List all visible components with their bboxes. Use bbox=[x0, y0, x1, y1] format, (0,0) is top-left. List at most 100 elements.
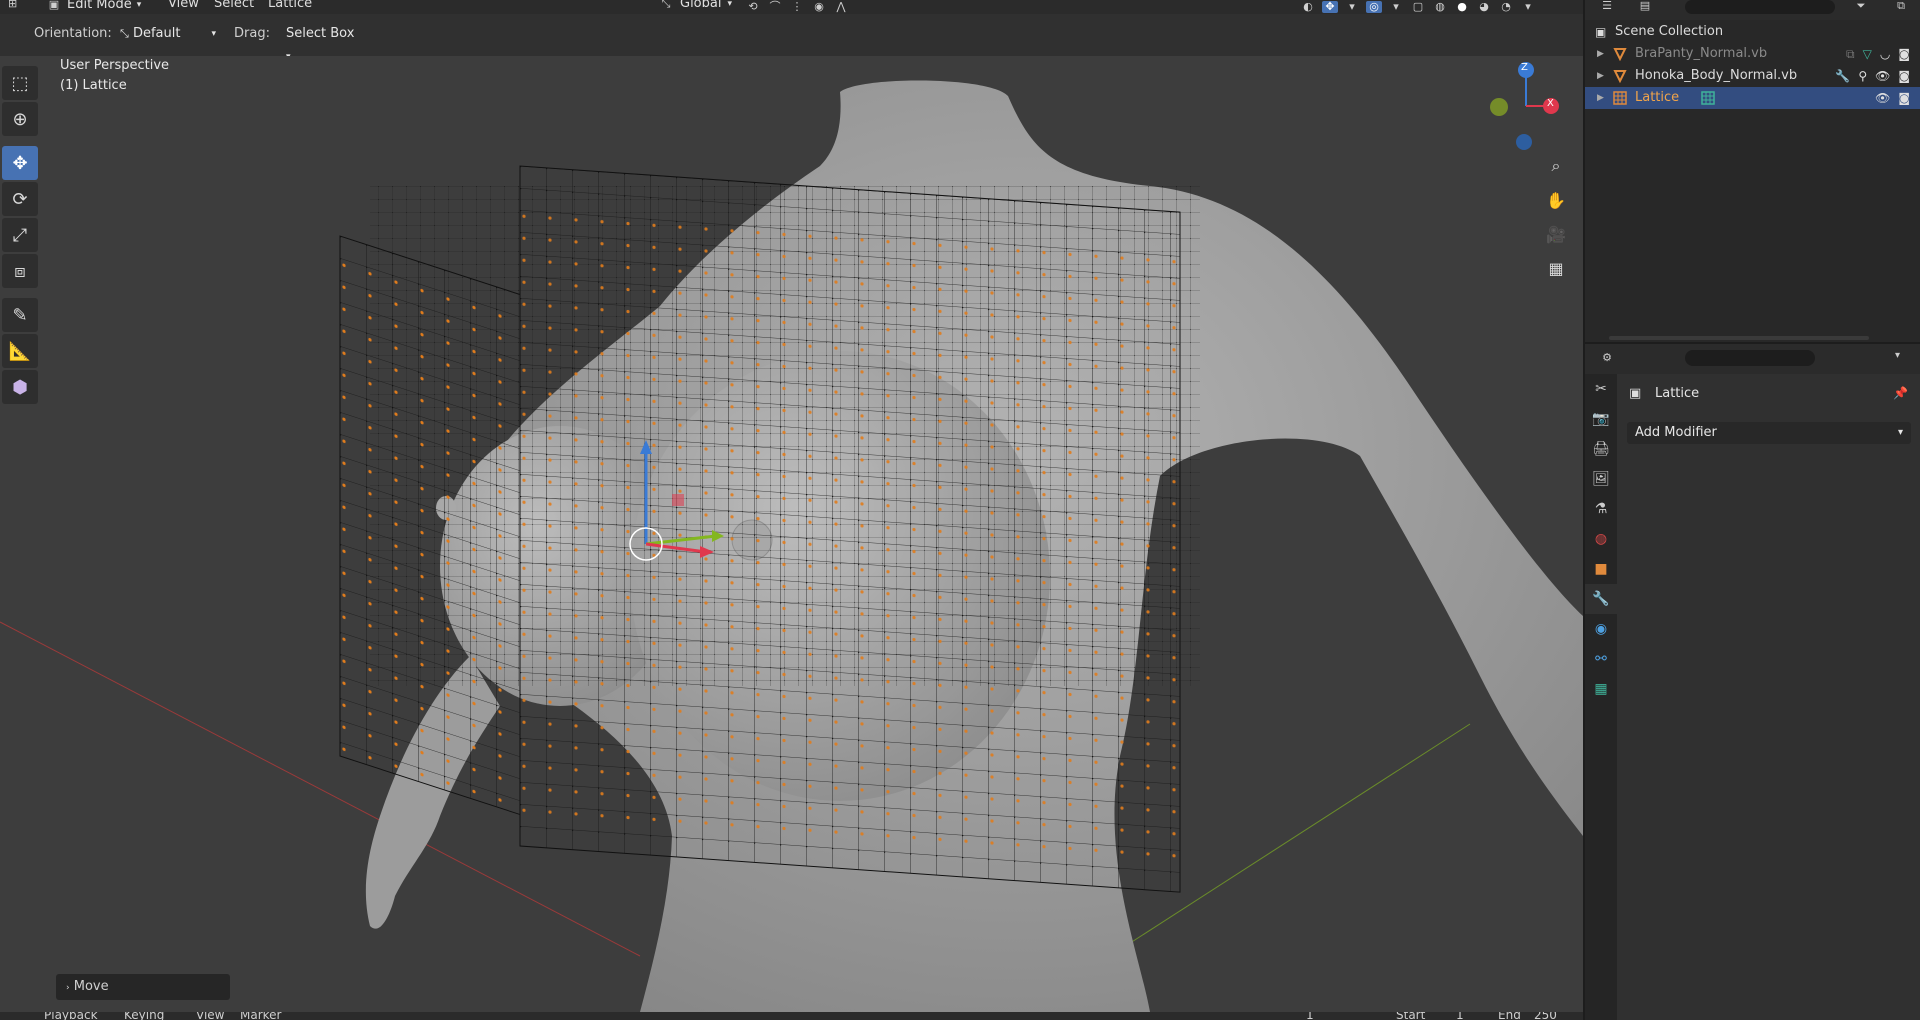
overlay-toggle-icon[interactable]: ◎ bbox=[1366, 1, 1382, 13]
lattice-data-tab-icon[interactable]: ▦ bbox=[1585, 674, 1617, 704]
chevron-down-icon[interactable]: ▾ bbox=[1895, 350, 1900, 361]
timeline-view-menu[interactable]: View bbox=[196, 1012, 224, 1020]
eye-closed-icon[interactable]: ◡ bbox=[1880, 43, 1890, 65]
outliner-search-input[interactable] bbox=[1685, 0, 1835, 14]
mode-dropdown[interactable]: ▣ Edit Mode ▾ bbox=[38, 0, 149, 12]
last-operator-panel[interactable]: › Move bbox=[56, 974, 230, 1000]
properties-search-input[interactable] bbox=[1685, 350, 1815, 366]
pivot-icon[interactable]: ⟲ bbox=[745, 1, 761, 13]
eye-icon[interactable]: 👁 bbox=[1875, 87, 1890, 109]
menu-select[interactable]: Select bbox=[206, 0, 262, 12]
pan-hand-icon[interactable]: ✋ bbox=[1542, 186, 1570, 214]
material-shading-icon[interactable]: ◕ bbox=[1476, 1, 1492, 13]
properties-tabs: ✂ 📷 🖨 🖼 ⚗ ◍ ■ 🔧 ◉ ⚯ ▦ bbox=[1585, 374, 1617, 1020]
viewport-shading-controls: ◐ ✥ ▾ ◎ ▾ ▢ ◍ ● ◕ ◔ ▾ bbox=[1300, 0, 1536, 14]
rendered-shading-icon[interactable]: ◔ bbox=[1498, 1, 1514, 13]
outliner-scrollbar[interactable] bbox=[1609, 336, 1869, 340]
outliner-item-selected[interactable]: ▶ Lattice 👁 ◙ bbox=[1585, 87, 1920, 109]
new-collection-icon[interactable]: ⧉ bbox=[1893, 0, 1909, 12]
transform-orientation-dropdown[interactable]: ⤡ Global ▾ bbox=[650, 0, 740, 12]
scene-tab-icon[interactable]: ⚗ bbox=[1585, 494, 1617, 524]
3d-viewport[interactable]: Z X User Perspective (1) Lattice ⌕ ✋ 🎥 ▦ bbox=[0, 56, 1583, 1012]
render-tab-icon[interactable]: 📷 bbox=[1585, 404, 1617, 434]
constraints-tab-icon[interactable]: ⚯ bbox=[1585, 644, 1617, 674]
wireframe-shading-icon[interactable]: ◍ bbox=[1432, 1, 1448, 13]
mesh-object-icon bbox=[1613, 70, 1627, 83]
outliner-editor-icon[interactable]: ☰ bbox=[1599, 0, 1615, 12]
display-mode-icon[interactable]: ▤ bbox=[1637, 0, 1653, 12]
visibility-icon[interactable]: ◐ bbox=[1300, 1, 1316, 13]
proportional-edit-icon[interactable]: ◉ bbox=[811, 1, 827, 13]
modifier-tab-icon[interactable]: 🔧 bbox=[1585, 584, 1617, 614]
wrench-icon: 🔧 bbox=[1835, 69, 1851, 83]
physics-tab-icon[interactable]: ◉ bbox=[1585, 614, 1617, 644]
move-tool-icon[interactable]: ✥ bbox=[2, 146, 38, 180]
chevron-down-icon: ▾ bbox=[1897, 427, 1903, 438]
end-frame-value[interactable]: 250 bbox=[1534, 1012, 1557, 1020]
measure-tool-icon[interactable]: 📐 bbox=[2, 334, 38, 368]
orientation-icon: ⤡ bbox=[661, 0, 671, 10]
xray-toggle-icon[interactable]: ▢ bbox=[1410, 1, 1426, 13]
chevron-down-icon[interactable]: ▾ bbox=[1344, 1, 1360, 13]
eye-icon[interactable]: 👁 bbox=[1875, 65, 1890, 87]
zoom-icon[interactable]: ⌕ bbox=[1542, 152, 1570, 180]
chevron-down-icon[interactable]: ▾ bbox=[1520, 1, 1536, 13]
lattice-cage[interactable] bbox=[519, 165, 1181, 893]
expand-arrow-icon[interactable]: ▶ bbox=[1597, 43, 1604, 65]
lattice-data-icon bbox=[1701, 91, 1715, 105]
object-tab-icon[interactable]: ■ bbox=[1585, 554, 1617, 584]
timeline-keying-menu[interactable]: Keying bbox=[124, 1012, 164, 1020]
expand-arrow-icon[interactable]: ▶ bbox=[1597, 87, 1604, 109]
menu-view[interactable]: View bbox=[160, 0, 207, 12]
scene-collection-label: Scene Collection bbox=[1615, 24, 1724, 39]
grid-view-icon[interactable]: ▦ bbox=[1542, 254, 1570, 282]
annotate-tool-icon[interactable]: ✎ bbox=[2, 298, 38, 332]
orientation-dropdown[interactable]: ⤡ Default ▾ bbox=[112, 23, 222, 45]
camera-render-icon[interactable]: ◙ bbox=[1898, 43, 1910, 65]
orientation-gizmo-icon: ⤡ bbox=[120, 27, 129, 40]
snap-icon[interactable]: ⌒ bbox=[767, 1, 783, 13]
camera-icon[interactable]: 🎥 bbox=[1542, 220, 1570, 248]
add-cube-tool-icon[interactable]: ⬢ bbox=[2, 370, 38, 404]
cursor-tool-icon[interactable]: ⊕ bbox=[2, 102, 38, 136]
viewport-scene[interactable] bbox=[0, 56, 1583, 1012]
world-tab-icon[interactable]: ◍ bbox=[1585, 524, 1617, 554]
chevron-down-icon[interactable]: ▾ bbox=[1388, 1, 1404, 13]
transform-tool-icon[interactable]: ⧈ bbox=[2, 254, 38, 288]
timeline-playback-menu[interactable]: Playback bbox=[44, 1012, 98, 1020]
mesh-data-icon: ▽ bbox=[1862, 47, 1872, 61]
menu-lattice[interactable]: Lattice bbox=[260, 0, 320, 12]
falloff-icon[interactable]: ⋀ bbox=[833, 1, 849, 13]
drag-dropdown[interactable]: Select Box ▾ bbox=[278, 23, 368, 62]
tool-tab-icon[interactable]: ✂ bbox=[1585, 374, 1617, 404]
select-box-tool-icon[interactable]: ⬚ bbox=[2, 66, 38, 100]
start-frame-value[interactable]: 1 bbox=[1456, 1012, 1464, 1020]
scale-tool-icon[interactable]: ⤢ bbox=[2, 218, 38, 252]
timeline-marker-menu[interactable]: Marker bbox=[240, 1012, 281, 1020]
rotate-tool-icon[interactable]: ⟳ bbox=[2, 182, 38, 216]
expand-arrow-icon[interactable]: ▶ bbox=[1597, 65, 1604, 87]
scene-collection-row[interactable]: ▣ Scene Collection bbox=[1585, 21, 1920, 43]
properties-editor-icon[interactable]: ⚙ bbox=[1599, 352, 1615, 364]
current-frame-field[interactable]: 1 bbox=[1306, 1012, 1314, 1020]
transform-orientation-label: Global bbox=[680, 0, 722, 11]
pin-icon[interactable]: 📌 bbox=[1893, 386, 1908, 400]
filter-icon[interactable]: ⏷ bbox=[1853, 0, 1869, 12]
camera-render-icon[interactable]: ◙ bbox=[1898, 65, 1910, 87]
output-tab-icon[interactable]: 🖨 bbox=[1585, 434, 1617, 464]
outliner-item[interactable]: ▶ Honoka_Body_Normal.vb 🔧 ⚲ 👁 ◙ bbox=[1585, 65, 1920, 87]
camera-render-icon[interactable]: ◙ bbox=[1898, 87, 1910, 109]
gizmo-toggle-icon[interactable]: ✥ bbox=[1322, 1, 1338, 13]
perspective-label: User Perspective bbox=[60, 58, 170, 73]
outliner-item[interactable]: ▶ BraPanty_Normal.vb ⧉ ▽ ◡ ◙ bbox=[1585, 43, 1920, 65]
add-modifier-dropdown[interactable]: Add Modifier ▾ bbox=[1627, 422, 1911, 444]
view-layer-tab-icon[interactable]: 🖼 bbox=[1585, 464, 1617, 494]
editor-type-button[interactable]: ⊞ bbox=[0, 0, 25, 12]
snap-target-icon[interactable]: ⋮ bbox=[789, 1, 805, 13]
drag-value: Select Box bbox=[286, 26, 355, 41]
lattice-side[interactable] bbox=[339, 235, 521, 816]
object-icon: ▣ bbox=[1629, 386, 1642, 401]
collection-icon: ▣ bbox=[1595, 25, 1607, 39]
solid-shading-icon[interactable]: ● bbox=[1454, 1, 1470, 13]
modifier-icon: ⧉ bbox=[1846, 47, 1855, 61]
